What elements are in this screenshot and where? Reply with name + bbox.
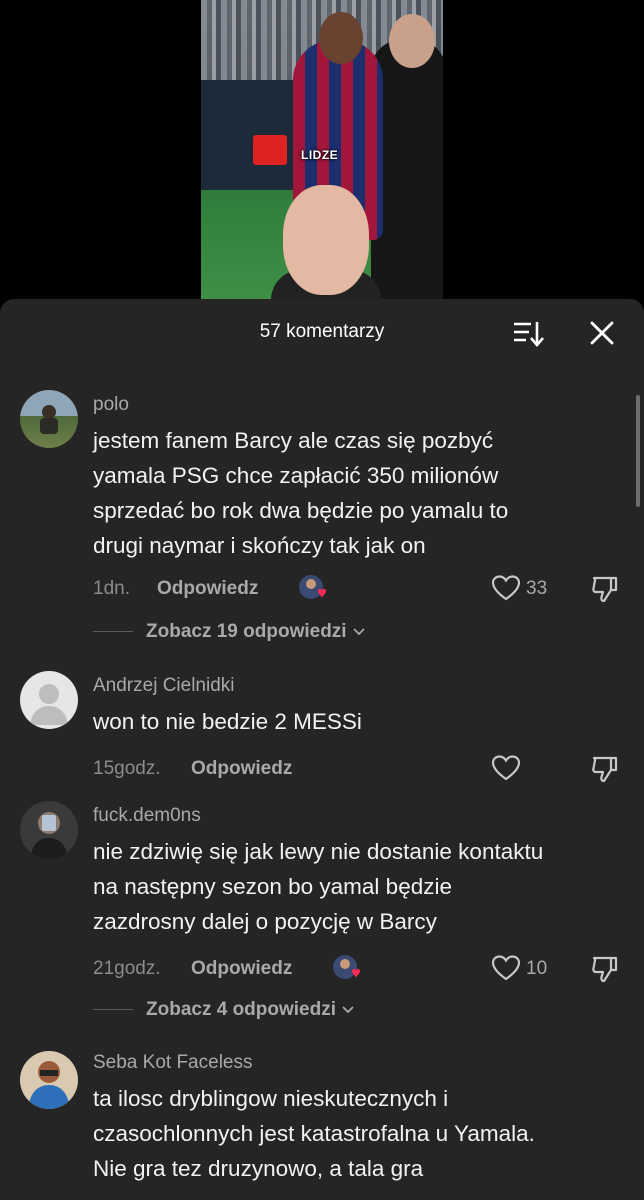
comment-line: nie zdziwię się jak lewy nie dostanie ko… — [93, 839, 544, 864]
comment-line: jestem fanem Barcy ale czas się pozbyć — [93, 428, 494, 453]
divider — [93, 631, 133, 633]
view-replies-button[interactable]: Zobacz 4 odpowiedzi — [93, 999, 355, 1021]
creator-face — [283, 185, 369, 295]
divider — [93, 1009, 133, 1011]
creator-liked-badge — [332, 954, 364, 982]
comments-count: 57 komentarzy — [259, 321, 385, 342]
comment-timestamp: 1dn. — [93, 578, 130, 599]
player-head — [319, 12, 363, 64]
reply-button[interactable]: Odpowiedz — [157, 578, 258, 600]
like-button[interactable] — [491, 955, 521, 981]
view-replies-button[interactable]: Zobacz 19 odpowiedzi — [93, 621, 366, 643]
comment-line: yamala PSG chce zapłacić 350 milionów — [93, 463, 499, 488]
dislike-icon — [592, 956, 618, 983]
cooler — [253, 135, 287, 165]
comment-text: ta ilosc dryblingow nieskutecznych i cza… — [93, 1081, 628, 1186]
avatar-photo — [30, 812, 68, 859]
view-replies-label: Zobacz 19 odpowiedzi — [146, 621, 347, 642]
comments-header: 57 komentarzy — [0, 299, 644, 367]
avatar[interactable] — [20, 1051, 78, 1109]
heart-icon — [491, 955, 521, 981]
view-replies-label: Zobacz 4 odpowiedzi — [146, 999, 337, 1020]
dislike-button[interactable] — [590, 575, 620, 603]
comment-line: drugi naymar i skończy tak jak on — [93, 533, 426, 558]
avatar[interactable] — [20, 390, 78, 448]
comment-username[interactable]: fuck.dem0ns — [93, 805, 201, 827]
comment-timestamp: 15godz. — [93, 758, 161, 779]
close-icon — [590, 321, 614, 345]
avatar[interactable] — [20, 801, 78, 859]
scrollbar[interactable] — [636, 395, 640, 507]
like-button[interactable] — [491, 575, 521, 601]
default-avatar-icon — [30, 684, 68, 725]
avatar[interactable] — [20, 671, 78, 729]
comment-text: nie zdziwię się jak lewy nie dostanie ko… — [93, 834, 628, 939]
sort-button[interactable] — [512, 319, 546, 349]
reply-button[interactable]: Odpowiedz — [191, 958, 292, 980]
dislike-button[interactable] — [590, 955, 620, 983]
dislike-icon — [592, 756, 618, 783]
comment-username[interactable]: Seba Kot Faceless — [93, 1052, 252, 1074]
like-count: 33 — [526, 578, 548, 599]
comment-timestamp: 21godz. — [93, 958, 161, 979]
avatar-photo — [28, 1061, 70, 1109]
chevron-down-icon — [342, 1006, 354, 1014]
dislike-button[interactable] — [590, 755, 620, 783]
comment-text: won to nie bedzie 2 MESSi — [93, 704, 628, 739]
video-player[interactable]: LIDZE — [201, 0, 443, 300]
video-caption: LIDZE — [301, 148, 339, 162]
comment-text: jestem fanem Barcy ale czas się pozbyć y… — [93, 423, 628, 563]
comment-line: zazdrosny dalej o pozycję w Barcy — [93, 909, 437, 934]
comment-username[interactable]: Andrzej Cielnidki — [93, 675, 235, 697]
comment-line: ta ilosc dryblingow nieskutecznych i — [93, 1086, 449, 1111]
coach-head — [389, 14, 435, 68]
comment-line: na następny sezon bo yamal będzie — [93, 874, 452, 899]
heart-icon — [491, 755, 521, 781]
like-button[interactable] — [491, 755, 521, 781]
comment-line: Nie gra tez druzynowo, a tala gra — [93, 1156, 424, 1181]
comment-username[interactable]: polo — [93, 394, 129, 416]
dislike-icon — [592, 576, 618, 603]
reply-button[interactable]: Odpowiedz — [191, 758, 292, 780]
sort-icon — [514, 322, 544, 347]
comment-line: czasochlonnych jest katastrofalna u Yama… — [93, 1121, 535, 1146]
heart-icon — [491, 575, 521, 601]
close-button[interactable] — [586, 317, 618, 349]
chevron-down-icon — [353, 628, 365, 636]
creator-liked-badge — [298, 574, 330, 602]
comment-line: won to nie bedzie 2 MESSi — [93, 709, 362, 734]
comments-sheet: 57 komentarzy polo jestem fanem Barcy al… — [0, 299, 644, 1200]
like-count: 10 — [526, 958, 548, 979]
avatar-photo — [40, 405, 58, 434]
comment-line: sprzedać bo rok dwa będzie po yamalu to — [93, 498, 509, 523]
